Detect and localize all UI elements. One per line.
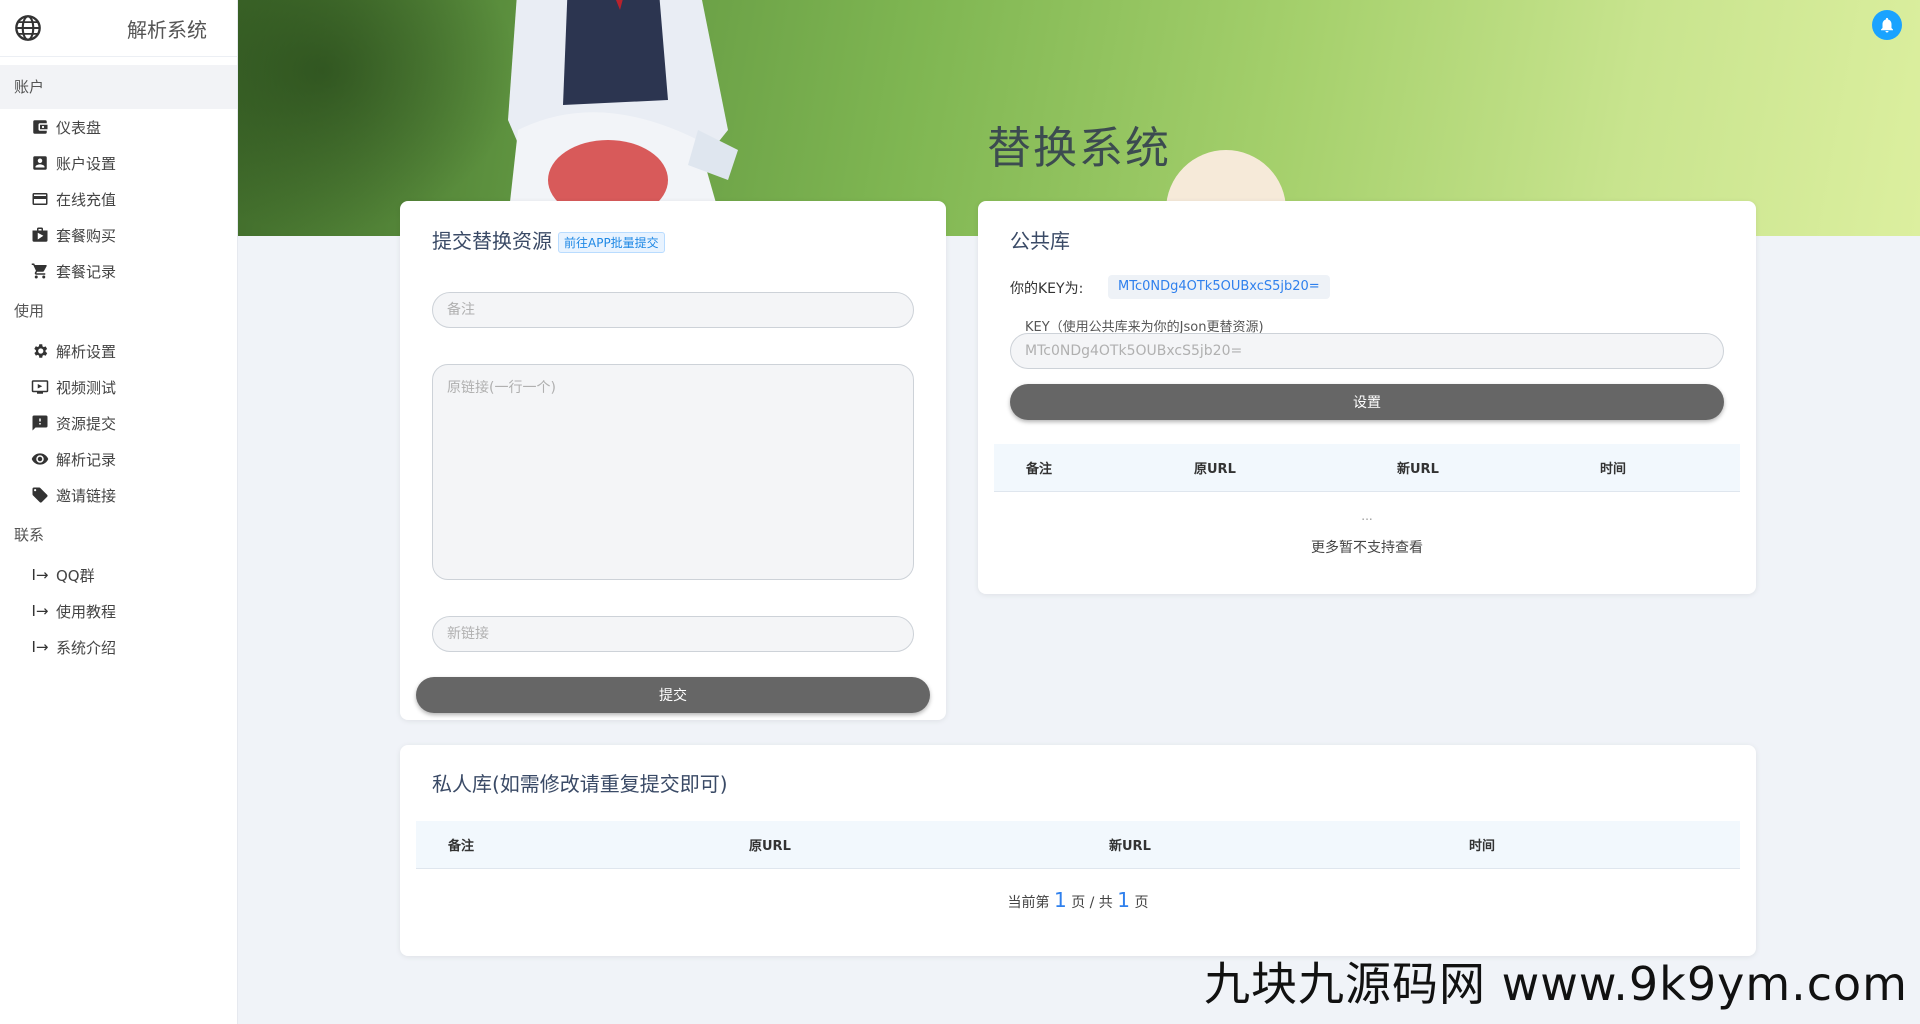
- sidebar-item-label: 账户设置: [56, 154, 117, 173]
- new-link-input[interactable]: [432, 616, 914, 652]
- eye-icon: [31, 450, 49, 468]
- table-ellipsis: ...: [1361, 509, 1373, 523]
- sidebar-item-label: 使用教程: [56, 602, 117, 621]
- sidebar-item-label: 资源提交: [56, 414, 117, 433]
- nav-group-account: 账户: [0, 65, 237, 109]
- brand-header: 解析系统: [0, 0, 237, 57]
- column-header-time: 时间: [1469, 839, 1496, 854]
- column-header-remark: 备注: [1026, 462, 1053, 477]
- sidebar-item-label: 视频测试: [56, 378, 117, 397]
- sidebar-item-video-test[interactable]: 视频测试: [0, 369, 237, 405]
- sidebar-item-label: 仪表盘: [56, 118, 102, 137]
- sidebar-item-parse-records[interactable]: 解析记录: [0, 441, 237, 477]
- original-links-textarea[interactable]: [432, 364, 914, 580]
- login-arrow-icon: I→: [31, 602, 49, 620]
- private-table-header: 备注 原URL 新URL 时间: [416, 821, 1740, 869]
- sidebar-item-parse-settings[interactable]: 解析设置: [0, 333, 237, 369]
- public-key-input[interactable]: [1010, 333, 1724, 369]
- video-play-icon: [31, 378, 49, 396]
- current-page-number[interactable]: 1: [1054, 888, 1067, 912]
- total-pages-number[interactable]: 1: [1117, 888, 1130, 912]
- tag-icon: [31, 486, 49, 504]
- sidebar-item-buy-package[interactable]: 套餐购买: [0, 217, 237, 253]
- sidebar-item-label: 解析记录: [56, 450, 117, 469]
- sidebar-item-tutorial[interactable]: I→ 使用教程: [0, 593, 237, 629]
- pager-suffix: 页: [1134, 895, 1149, 911]
- set-key-button[interactable]: 设置: [1010, 384, 1724, 420]
- globe-icon[interactable]: [14, 14, 42, 42]
- pager-mid: 页 / 共: [1071, 895, 1113, 911]
- sidebar-item-recharge[interactable]: 在线充值: [0, 181, 237, 217]
- column-header-new-url: 新URL: [1109, 839, 1151, 854]
- submit-button[interactable]: 提交: [416, 677, 930, 713]
- public-table-header: 备注 原URL 新URL 时间: [994, 444, 1740, 492]
- cart-icon: [31, 262, 49, 280]
- sidebar-item-label: 邀请链接: [56, 486, 117, 505]
- pager-prefix: 当前第: [1007, 895, 1050, 911]
- sidebar-item-system-intro[interactable]: I→ 系统介绍: [0, 629, 237, 665]
- column-header-new-url: 新URL: [1397, 462, 1439, 477]
- column-header-time: 时间: [1600, 462, 1627, 477]
- account-box-icon: [31, 154, 49, 172]
- sidebar-item-label: 系统介绍: [56, 638, 117, 657]
- sidebar-item-label: 解析设置: [56, 342, 117, 361]
- submit-card-title: 提交替换资源 前往APP批量提交: [432, 225, 665, 254]
- remark-input[interactable]: [432, 292, 914, 328]
- column-header-original-url: 原URL: [749, 839, 791, 854]
- sidebar-item-label: 套餐购买: [56, 226, 117, 245]
- shopping-bag-icon: [31, 226, 49, 244]
- private-library-card: 私人库(如需修改请重复提交即可) 备注 原URL 新URL 时间 当前第 1 页…: [400, 745, 1756, 956]
- sidebar: 解析系统 账户 仪表盘 账户设置 在线充值 套餐购买 套餐记录 使用 解析设置 …: [0, 0, 238, 1024]
- page-title: 替换系统: [987, 123, 1171, 174]
- sidebar-item-label: 在线充值: [56, 190, 117, 209]
- gear-icon: [31, 342, 49, 360]
- nav-group-contact: 联系: [14, 526, 45, 544]
- sidebar-item-label: QQ群: [56, 566, 95, 585]
- feedback-icon: [31, 414, 49, 432]
- sidebar-item-invite-link[interactable]: 邀请链接: [0, 477, 237, 513]
- nav-group-usage: 使用: [14, 302, 45, 320]
- notification-bell-icon[interactable]: [1872, 10, 1902, 40]
- brand-title: 解析系统: [127, 17, 207, 42]
- credit-card-icon: [31, 190, 49, 208]
- public-card-title: 公共库: [1010, 229, 1070, 253]
- login-arrow-icon: I→: [31, 566, 49, 584]
- key-value-badge: MTc0NDg4OTk5OUBxcS5jb20=: [1108, 275, 1330, 299]
- sidebar-item-account-settings[interactable]: 账户设置: [0, 145, 237, 181]
- sidebar-item-dashboard[interactable]: 仪表盘: [0, 109, 237, 145]
- key-label: 你的KEY为:: [1010, 281, 1084, 297]
- sidebar-item-label: 套餐记录: [56, 262, 117, 281]
- wallet-icon: [31, 118, 49, 136]
- submit-card-title-text: 提交替换资源: [432, 229, 552, 253]
- sidebar-item-package-records[interactable]: 套餐记录: [0, 253, 237, 289]
- app-batch-submit-link[interactable]: 前往APP批量提交: [558, 232, 665, 253]
- pagination: 当前第 1 页 / 共 1 页: [400, 888, 1756, 912]
- private-card-title: 私人库(如需修改请重复提交即可): [432, 772, 728, 796]
- sidebar-item-resource-submit[interactable]: 资源提交: [0, 405, 237, 441]
- sidebar-item-qq-group[interactable]: I→ QQ群: [0, 557, 237, 593]
- column-header-remark: 备注: [448, 839, 475, 854]
- column-header-original-url: 原URL: [1194, 462, 1236, 477]
- submit-resource-card: 提交替换资源前往APP批量提交 提交: [400, 201, 946, 720]
- more-unsupported-text: 更多暂不支持查看: [1311, 540, 1423, 556]
- watermark-text: 九块九源码网 www.9k9ym.com: [1204, 957, 1908, 1011]
- login-arrow-icon: I→: [31, 638, 49, 656]
- public-library-card: 公共库 你的KEY为: MTc0NDg4OTk5OUBxcS5jb20= KEY…: [978, 201, 1756, 594]
